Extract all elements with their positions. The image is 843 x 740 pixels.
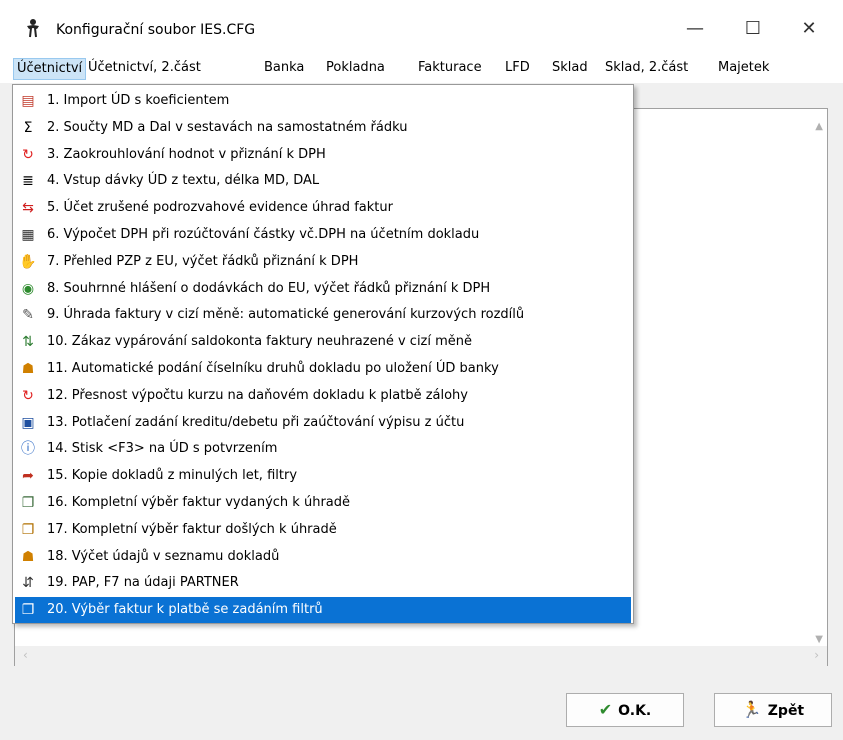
menu-option-20[interactable]: ❐ 20. Výběr faktur k platbě se zadáním fi… bbox=[15, 597, 631, 624]
menu-option-7[interactable]: ✋ 7. Přehled PZP z EU, výčet řádků přizná… bbox=[15, 249, 631, 275]
partner-icon: ⇵ bbox=[22, 575, 34, 592]
dropdown-menu: ▤ 1. Import ÚD s koeficientem Σ 2. Součty M… bbox=[12, 84, 634, 624]
menu-option-6[interactable]: ▦ 6. Výpočet DPH při rozúčtování částky v… bbox=[15, 222, 631, 248]
menu-option-1[interactable]: ▤ 1. Import ÚD s koeficientem bbox=[15, 88, 631, 114]
people-icon: ☗ bbox=[21, 361, 35, 377]
minimize-button[interactable]: — bbox=[672, 12, 718, 46]
menu-pokladna[interactable]: Pokladna bbox=[326, 60, 385, 75]
menu-option-14[interactable]: ⓘ 14. Stisk <F3> na ÚD s potvrzením bbox=[15, 436, 631, 462]
ok-button[interactable]: ✔ O.K. bbox=[566, 693, 684, 727]
menu-option-label: 20. Výběr faktur k platbě se zadáním fil… bbox=[47, 602, 323, 618]
menu-option-12[interactable]: ↻ 12. Přesnost výpočtu kurzu na daňovém d… bbox=[15, 383, 631, 409]
documents-icon: ❐ bbox=[21, 521, 35, 538]
horizontal-scrollbar[interactable]: ‹ › bbox=[14, 646, 828, 666]
people-icon: ☗ bbox=[21, 548, 35, 565]
close-button[interactable]: ✕ bbox=[786, 12, 832, 46]
sort-icon: ⇅ bbox=[22, 334, 34, 351]
menu-option-label: 9. Úhrada faktury v cizí měně: automatic… bbox=[47, 307, 525, 323]
menu-option-label: 12. Přesnost výpočtu kurzu na daňovém do… bbox=[47, 387, 468, 403]
menu-option-9[interactable]: ✎ 9. Úhrada faktury v cizí měně: automati… bbox=[15, 302, 631, 328]
target-icon: ◉ bbox=[21, 280, 35, 297]
scroll-up-icon[interactable]: ▲ bbox=[815, 121, 823, 132]
menu-banka[interactable]: Banka bbox=[264, 60, 304, 75]
menu-option-label: 1. Import ÚD s koeficientem bbox=[47, 93, 230, 108]
scroll-right-icon[interactable]: › bbox=[814, 648, 819, 662]
menu-option-4[interactable]: ≣ 4. Vstup dávky ÚD z textu, délka MD, DA… bbox=[15, 168, 631, 194]
menu-lfd[interactable]: LFD bbox=[505, 60, 530, 75]
window-icon: ▣ bbox=[21, 414, 35, 431]
menu-sklad-2[interactable]: Sklad, 2.část bbox=[605, 60, 688, 75]
handshake-icon: ✋ bbox=[19, 253, 37, 270]
menu-fakturace[interactable]: Fakturace bbox=[418, 60, 482, 75]
arrows-icon: ⇆ bbox=[22, 200, 34, 217]
menu-option-label: 3. Zaokrouhlování hodnot v přiznání k DP… bbox=[47, 146, 326, 162]
back-label: Zpět bbox=[767, 703, 805, 719]
menu-option-label: 6. Výpočet DPH při rozúčtování částky vč… bbox=[47, 227, 480, 242]
refresh-icon: ↻ bbox=[22, 146, 34, 163]
menu-option-label: 2. Součty MD a Dal v sestavách na samost… bbox=[47, 119, 408, 135]
menu-option-label: 15. Kopie dokladů z minulých let, filtry bbox=[47, 468, 298, 484]
menu-option-18[interactable]: ☗ 18. Výčet údajů v seznamu dokladů bbox=[15, 544, 631, 570]
menu-option-13[interactable]: ▣ 13. Potlačení zadání kreditu/debetu při… bbox=[15, 410, 631, 436]
import-icon: ▤ bbox=[21, 93, 35, 109]
menu-option-5[interactable]: ⇆ 5. Účet zrušené podrozvahové evidence ú… bbox=[15, 195, 631, 221]
menu-option-label: 8. Souhrnné hlášení o dodávkách do EU, v… bbox=[47, 280, 491, 296]
menu-option-label: 16. Kompletní výběr faktur vydaných k úh… bbox=[47, 495, 350, 510]
menu-option-15[interactable]: ➦ 15. Kopie dokladů z minulých let, filtr… bbox=[15, 463, 631, 489]
menu-option-label: 19. PAP, F7 na údaji PARTNER bbox=[47, 575, 239, 591]
scroll-left-icon[interactable]: ‹ bbox=[23, 648, 28, 662]
refresh-icon: ↻ bbox=[22, 387, 34, 404]
running-man-icon: 🏃 bbox=[741, 700, 762, 719]
menu-ucetnictvi[interactable]: Účetnictví bbox=[13, 58, 87, 80]
text-lines-icon: ≣ bbox=[22, 173, 34, 190]
menu-sklad[interactable]: Sklad bbox=[552, 60, 588, 75]
menu-option-19[interactable]: ⇵ 19. PAP, F7 na údaji PARTNER bbox=[15, 570, 631, 596]
menu-majetek[interactable]: Majetek bbox=[718, 60, 769, 75]
menu-option-label: 18. Výčet údajů v seznamu dokladů bbox=[47, 548, 280, 564]
menu-option-16[interactable]: ❐ 16. Kompletní výběr faktur vydaných k ú… bbox=[15, 490, 631, 516]
menu-option-10[interactable]: ⇅ 10. Zákaz vypárování saldokonta faktury… bbox=[15, 329, 631, 355]
menu-option-2[interactable]: Σ 2. Součty MD a Dal v sestavách na samos… bbox=[15, 115, 631, 141]
menu-option-label: 14. Stisk <F3> na ÚD s potvrzením bbox=[47, 441, 278, 457]
pen-icon: ✎ bbox=[22, 307, 34, 324]
menu-option-3[interactable]: ↻ 3. Zaokrouhlování hodnot v přiznání k D… bbox=[15, 142, 631, 168]
menu-option-label: 10. Zákaz vypárování saldokonta faktury … bbox=[47, 334, 473, 350]
window-title: Konfigurační soubor IES.CFG bbox=[56, 22, 256, 38]
checkmark-icon: ✔ bbox=[598, 700, 613, 719]
copy-arrow-icon: ➦ bbox=[22, 468, 34, 485]
documents-icon: ❐ bbox=[21, 495, 35, 511]
info-icon: ⓘ bbox=[21, 441, 35, 458]
maximize-button[interactable]: ☐ bbox=[730, 12, 776, 46]
menu-ucetnictvi-2[interactable]: Účetnictví, 2.část bbox=[88, 60, 201, 75]
documents-icon: ❐ bbox=[21, 602, 35, 619]
menu-option-label: 7. Přehled PZP z EU, výčet řádků přiznán… bbox=[47, 253, 359, 269]
title-bar: Konfigurační soubor IES.CFG — ☐ ✕ bbox=[0, 0, 843, 53]
menu-option-label: 11. Automatické podání číselníku druhů d… bbox=[47, 361, 499, 376]
scroll-down-icon[interactable]: ▼ bbox=[815, 634, 823, 645]
menu-option-label: 5. Účet zrušené podrozvahové evidence úh… bbox=[47, 200, 393, 216]
ok-label: O.K. bbox=[618, 703, 652, 719]
menu-option-17[interactable]: ❐ 17. Kompletní výběr faktur došlých k úh… bbox=[15, 517, 631, 543]
menu-option-label: 4. Vstup dávky ÚD z textu, délka MD, DAL bbox=[47, 173, 320, 189]
menu-option-label: 17. Kompletní výběr faktur došlých k úhr… bbox=[47, 521, 337, 537]
calculator-icon: ▦ bbox=[21, 227, 35, 243]
menu-option-8[interactable]: ◉ 8. Souhrnné hlášení o dodávkách do EU, … bbox=[15, 276, 631, 302]
sigma-icon: Σ bbox=[23, 119, 33, 136]
menu-option-label: 13. Potlačení zadání kreditu/debetu při … bbox=[47, 414, 465, 430]
menu-bar: Účetnictví Účetnictví, 2.část Banka Pokl… bbox=[0, 53, 843, 83]
back-button[interactable]: 🏃 Zpět bbox=[714, 693, 832, 727]
app-icon bbox=[27, 19, 39, 38]
menu-option-11[interactable]: ☗ 11. Automatické podání číselníku druhů … bbox=[15, 356, 631, 382]
